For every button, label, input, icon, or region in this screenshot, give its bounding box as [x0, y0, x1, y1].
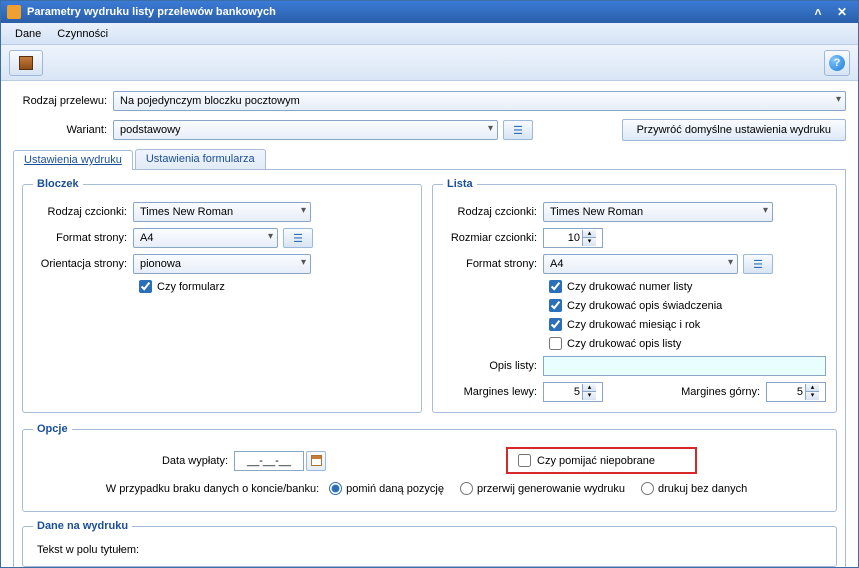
brak-danych-label: W przypadku braku danych o koncie/banku: — [106, 483, 319, 495]
margines-gorny-spinner[interactable]: ▴▾ — [766, 382, 826, 402]
toolbar: ? — [1, 45, 858, 81]
data-wyplaty-label: Data wypłaty: — [162, 455, 228, 467]
margines-lewy-label: Margines lewy: — [443, 386, 543, 398]
czy-pomijac-checkbox[interactable] — [518, 454, 531, 467]
wariant-lookup-button[interactable]: ☰ — [503, 120, 533, 140]
spin-up[interactable]: ▴ — [582, 230, 596, 238]
group-opcje: Opcje Data wypłaty: Czy pomijać niepobra… — [22, 423, 837, 512]
rodzaj-przelewu-select[interactable]: Na pojedynczym bloczku pocztowym — [113, 91, 846, 111]
spin-down[interactable]: ▾ — [805, 392, 819, 400]
calendar-icon — [311, 455, 322, 466]
opis-listy-input[interactable] — [543, 356, 826, 376]
radio-drukuj[interactable]: drukuj bez danych — [641, 482, 747, 495]
close-button[interactable]: ✕ — [832, 5, 852, 19]
margines-lewy-input[interactable] — [544, 386, 582, 398]
menubar: Dane Czynności — [1, 23, 858, 45]
help-icon: ? — [829, 55, 845, 71]
czy-formularz-checkbox[interactable] — [139, 280, 152, 293]
tab-ustawienia-wydruku[interactable]: Ustawienia wydruku — [13, 150, 133, 170]
exit-button[interactable] — [9, 50, 43, 76]
menu-czynnosci[interactable]: Czynności — [49, 26, 116, 42]
spin-up[interactable]: ▴ — [805, 384, 819, 392]
czy-formularz-label: Czy formularz — [157, 281, 225, 293]
bloczek-font-label: Rodzaj czcionki: — [33, 206, 133, 218]
bloczek-legend: Bloczek — [33, 178, 83, 190]
lookup-icon: ☰ — [753, 258, 763, 271]
menu-dane[interactable]: Dane — [7, 26, 49, 42]
bloczek-orient-label: Orientacja strony: — [33, 258, 133, 270]
highlight-pomijac: Czy pomijać niepobrane — [506, 447, 697, 474]
spin-down[interactable]: ▾ — [582, 238, 596, 246]
calendar-button[interactable] — [306, 451, 326, 471]
tabbar: Ustawienia wydruku Ustawienia formularza — [13, 149, 846, 170]
chk-numer-listy[interactable] — [549, 280, 562, 293]
dialog-window: Parametry wydruku listy przelewów bankow… — [0, 0, 859, 568]
chk-miesiac-rok[interactable] — [549, 318, 562, 331]
spin-up[interactable]: ▴ — [582, 384, 596, 392]
tabpage-ustawienia: Bloczek Rodzaj czcionki: Times New Roman… — [13, 170, 846, 568]
bloczek-format-select[interactable]: A4 — [133, 228, 278, 248]
lista-format-lookup[interactable]: ☰ — [743, 254, 773, 274]
lista-size-spinner[interactable]: ▴▾ — [543, 228, 603, 248]
bloczek-format-lookup[interactable]: ☰ — [283, 228, 313, 248]
czy-pomijac-label: Czy pomijać niepobrane — [537, 455, 655, 467]
lista-format-label: Format strony: — [443, 258, 543, 270]
lista-legend: Lista — [443, 178, 477, 190]
app-icon — [7, 5, 21, 19]
lookup-icon: ☰ — [513, 124, 523, 137]
opis-listy-label: Opis listy: — [443, 360, 543, 372]
minimize-button[interactable]: ˄ — [808, 5, 828, 19]
margines-lewy-spinner[interactable]: ▴▾ — [543, 382, 603, 402]
lookup-icon: ☰ — [293, 232, 303, 245]
group-bloczek: Bloczek Rodzaj czcionki: Times New Roman… — [22, 178, 422, 413]
help-button[interactable]: ? — [824, 50, 850, 76]
group-dane-na-wydruku: Dane na wydruku Tekst w polu tytułem: — [22, 520, 837, 567]
lista-font-select[interactable]: Times New Roman — [543, 202, 773, 222]
bloczek-font-select[interactable]: Times New Roman — [133, 202, 311, 222]
tekst-tytulem-label: Tekst w polu tytułem: — [37, 544, 139, 556]
data-wyplaty-input[interactable] — [234, 451, 304, 471]
spin-down[interactable]: ▾ — [582, 392, 596, 400]
margines-gorny-input[interactable] — [767, 386, 805, 398]
group-lista: Lista Rodzaj czcionki: Times New Roman R… — [432, 178, 837, 413]
radio-przerwij[interactable]: przerwij generowanie wydruku — [460, 482, 625, 495]
lista-font-label: Rodzaj czcionki: — [443, 206, 543, 218]
chk-opis-listy[interactable] — [549, 337, 562, 350]
rodzaj-przelewu-label: Rodzaj przelewu: — [13, 95, 113, 107]
window-title: Parametry wydruku listy przelewów bankow… — [27, 6, 276, 18]
radio-pomin[interactable]: pomiń daną pozycję — [329, 482, 444, 495]
chk-opis-swiadczenia[interactable] — [549, 299, 562, 312]
bloczek-orient-select[interactable]: pionowa — [133, 254, 311, 274]
tab-ustawienia-formularza[interactable]: Ustawienia formularza — [135, 149, 266, 169]
dane-legend: Dane na wydruku — [33, 520, 132, 532]
wariant-select[interactable]: podstawowy — [113, 120, 498, 140]
door-icon — [19, 56, 33, 70]
restore-defaults-button[interactable]: Przywróć domyślne ustawienia wydruku — [622, 119, 846, 141]
bloczek-format-label: Format strony: — [33, 232, 133, 244]
wariant-label: Wariant: — [13, 124, 113, 136]
lista-size-input[interactable] — [544, 232, 582, 244]
lista-size-label: Rozmiar czcionki: — [443, 232, 543, 244]
titlebar: Parametry wydruku listy przelewów bankow… — [1, 1, 858, 23]
lista-format-select[interactable]: A4 — [543, 254, 738, 274]
opcje-legend: Opcje — [33, 423, 72, 435]
margines-gorny-label: Margines górny: — [666, 386, 766, 398]
